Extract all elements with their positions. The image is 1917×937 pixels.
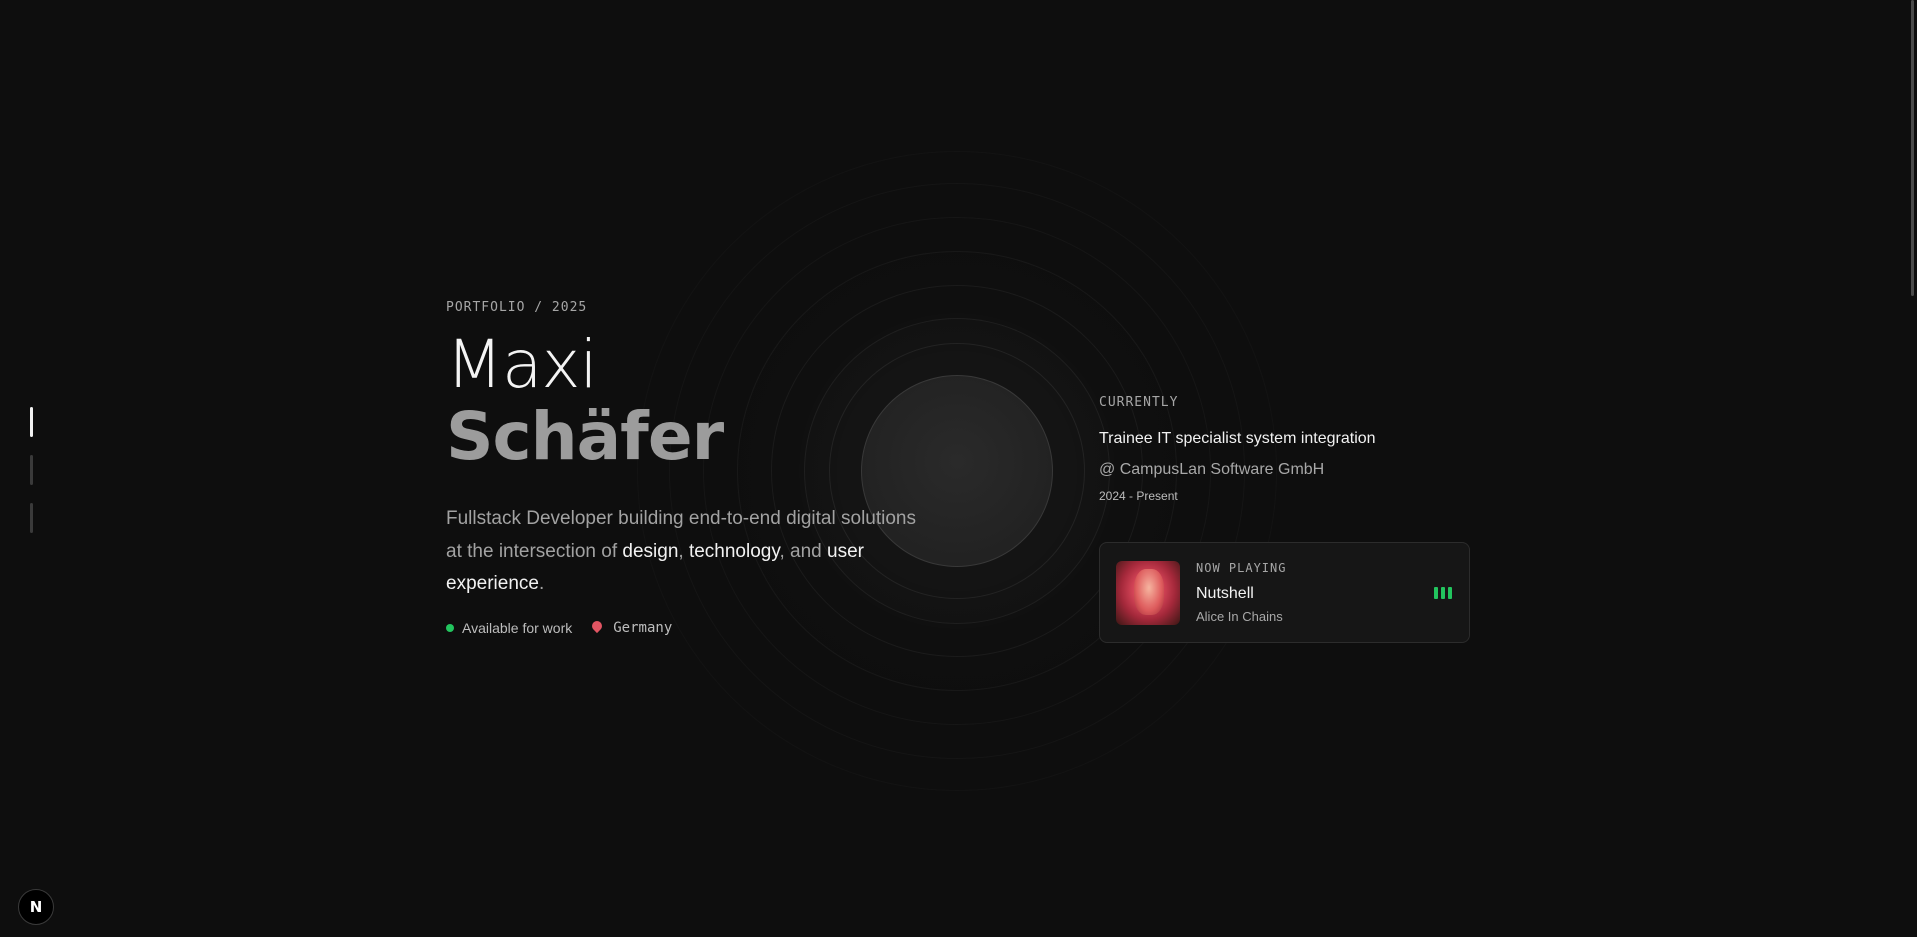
hero-section: PORTFOLIO / 2025 Maxi Schäfer Fullstack … <box>446 300 916 636</box>
current-label: CURRENTLY <box>1099 395 1179 410</box>
portfolio-page: PORTFOLIO / 2025 Maxi Schäfer Fullstack … <box>0 0 1917 937</box>
tagline-text: , and <box>779 540 827 562</box>
equalizer-bar <box>1441 587 1445 599</box>
now-playing-label: NOW PLAYING <box>1196 561 1287 575</box>
logo-button[interactable]: N <box>18 889 54 925</box>
page-title: Maxi Schäfer <box>446 329 906 473</box>
availability-status: Available for work <box>462 619 573 636</box>
album-art-figure <box>1134 569 1164 615</box>
section-nav-item-3[interactable] <box>30 503 33 533</box>
tagline-text: . <box>538 573 545 594</box>
section-nav-item-2[interactable] <box>30 455 33 485</box>
location-text: Germany <box>613 619 673 636</box>
tagline: Fullstack Developer building end-to-end … <box>446 503 916 601</box>
equalizer-bar <box>1434 587 1438 599</box>
scrollbar-thumb[interactable] <box>1911 0 1914 296</box>
current-company: @ CampusLan Software GmbH <box>1099 461 1325 478</box>
status-dot-icon <box>446 623 454 632</box>
track-title: Nutshell <box>1196 585 1254 602</box>
scrollbar[interactable] <box>1903 0 1917 937</box>
last-name: Schäfer <box>446 398 724 475</box>
current-role: Trainee IT specialist system integration <box>1099 430 1376 447</box>
equalizer-bar <box>1448 587 1452 599</box>
map-pin-icon <box>591 621 603 635</box>
now-playing-info: NOW PLAYING Nutshell Alice In Chains <box>1196 561 1286 624</box>
tagline-highlight-design: design <box>622 540 679 562</box>
section-nav <box>30 407 33 533</box>
section-nav-item-1[interactable] <box>30 407 33 437</box>
tagline-text: , <box>678 540 689 562</box>
tagline-highlight-technology: technology <box>688 540 780 562</box>
now-playing-card[interactable]: NOW PLAYING Nutshell Alice In Chains <box>1099 542 1470 643</box>
track-artist: Alice In Chains <box>1196 609 1283 624</box>
portfolio-eyebrow: PORTFOLIO / 2025 <box>446 300 588 315</box>
hero-meta: Available for work Germany <box>446 620 906 636</box>
current-position: CURRENTLY Trainee IT specialist system i… <box>1099 395 1479 503</box>
album-art <box>1116 561 1180 625</box>
first-name: Maxi <box>446 326 598 403</box>
equalizer-icon <box>1434 585 1452 599</box>
current-period: 2024 - Present <box>1099 489 1178 503</box>
